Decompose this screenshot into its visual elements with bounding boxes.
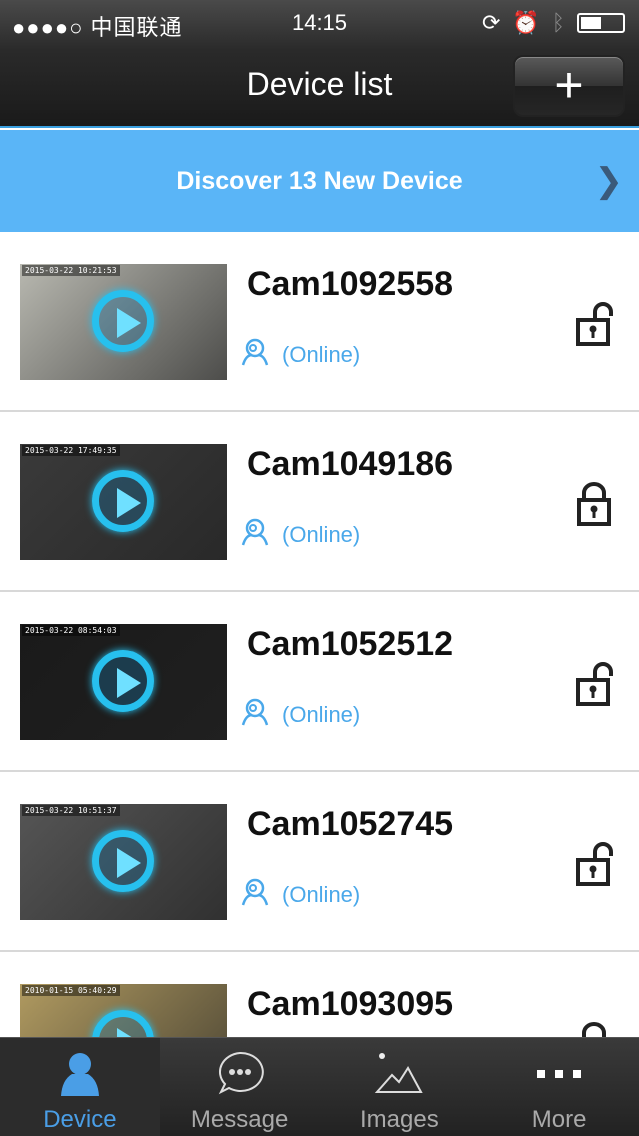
discover-new-devices-banner[interactable]: Discover 13 New Device ❯ <box>0 130 639 232</box>
device-row[interactable]: 2015-03-22 10:21:53 Cam1092558 (Online) <box>0 232 639 412</box>
rotation-lock-icon: ⟳ <box>481 10 501 35</box>
tab-label: Message <box>190 1106 289 1133</box>
lock-closed-icon[interactable] <box>575 482 613 531</box>
play-icon[interactable] <box>92 830 154 892</box>
device-list: 2015-03-22 10:21:53 Cam1092558 (Online) … <box>0 232 639 1037</box>
device-status: (Online) <box>282 882 361 907</box>
camera-user-icon <box>240 878 270 912</box>
status-bar: ●●●●○ 中国联通 14:15 ⟳ ⏰ ᛒ <box>0 0 639 42</box>
tab-label: More <box>531 1106 587 1133</box>
play-icon[interactable] <box>92 1010 154 1037</box>
person-icon <box>60 1053 99 1096</box>
tab-label: Images <box>360 1106 439 1133</box>
tab-more[interactable]: More <box>479 1038 639 1136</box>
device-row[interactable]: 2015-03-22 17:49:35 Cam1049186 (Online) <box>0 412 639 592</box>
play-icon[interactable] <box>92 470 154 532</box>
add-device-button[interactable]: + <box>513 55 625 117</box>
device-name: Cam1052512 <box>247 625 454 663</box>
device-status: (Online) <box>282 342 361 367</box>
tab-message[interactable]: Message <box>160 1038 320 1136</box>
lock-open-icon[interactable] <box>575 302 613 351</box>
device-name: Cam1049186 <box>247 445 454 483</box>
device-status: (Online) <box>282 702 361 727</box>
device-name: Cam1092558 <box>247 265 454 303</box>
chat-bubble-icon <box>218 1051 264 1095</box>
discover-label: Discover 13 New Device <box>176 167 463 195</box>
thumbnail-timestamp: 2015-03-22 10:21:53 <box>22 265 120 276</box>
tab-images[interactable]: Images <box>320 1038 480 1136</box>
camera-thumbnail[interactable]: 2015-03-22 08:54:03 <box>20 624 227 740</box>
camera-thumbnail[interactable]: 2010-01-15 05:40:29 <box>20 984 227 1037</box>
device-row[interactable]: 2015-03-22 08:54:03 Cam1052512 (Online) <box>0 592 639 772</box>
chevron-right-icon: ❯ <box>594 162 624 200</box>
camera-user-icon <box>240 518 270 552</box>
bluetooth-icon: ᛒ <box>551 10 565 35</box>
battery-icon <box>577 13 625 33</box>
tab-bar: Device Message Images More <box>0 1037 639 1136</box>
device-name: Cam1093095 <box>247 985 454 1023</box>
device-name: Cam1052745 <box>247 805 454 843</box>
lock-closed-icon[interactable] <box>575 1022 613 1037</box>
thumbnail-timestamp: 2010-01-15 05:40:29 <box>22 985 120 996</box>
tab-device[interactable]: Device <box>0 1038 160 1136</box>
device-row[interactable]: 2010-01-15 05:40:29 Cam1093095 (Online) <box>0 952 639 1037</box>
play-icon[interactable] <box>92 650 154 712</box>
camera-user-icon <box>240 698 270 732</box>
alarm-icon: ⏰ <box>512 10 540 35</box>
tab-label: Device <box>43 1106 117 1133</box>
lock-open-icon[interactable] <box>575 662 613 711</box>
navigation-bar: ●●●●○ 中国联通 14:15 ⟳ ⏰ ᛒ Device list + <box>0 0 639 128</box>
camera-thumbnail[interactable]: 2015-03-22 10:21:53 <box>20 264 227 380</box>
camera-thumbnail[interactable]: 2015-03-22 17:49:35 <box>20 444 227 560</box>
device-status: (Online) <box>282 522 361 547</box>
more-icon <box>537 1070 582 1078</box>
image-icon <box>375 1053 424 1093</box>
thumbnail-timestamp: 2015-03-22 17:49:35 <box>22 445 120 456</box>
play-icon[interactable] <box>92 290 154 352</box>
device-row[interactable]: 2015-03-22 10:51:37 Cam1052745 (Online) <box>0 772 639 952</box>
lock-open-icon[interactable] <box>575 842 613 891</box>
thumbnail-timestamp: 2015-03-22 08:54:03 <box>22 625 120 636</box>
thumbnail-timestamp: 2015-03-22 10:51:37 <box>22 805 120 816</box>
camera-thumbnail[interactable]: 2015-03-22 10:51:37 <box>20 804 227 920</box>
camera-user-icon <box>240 338 270 372</box>
